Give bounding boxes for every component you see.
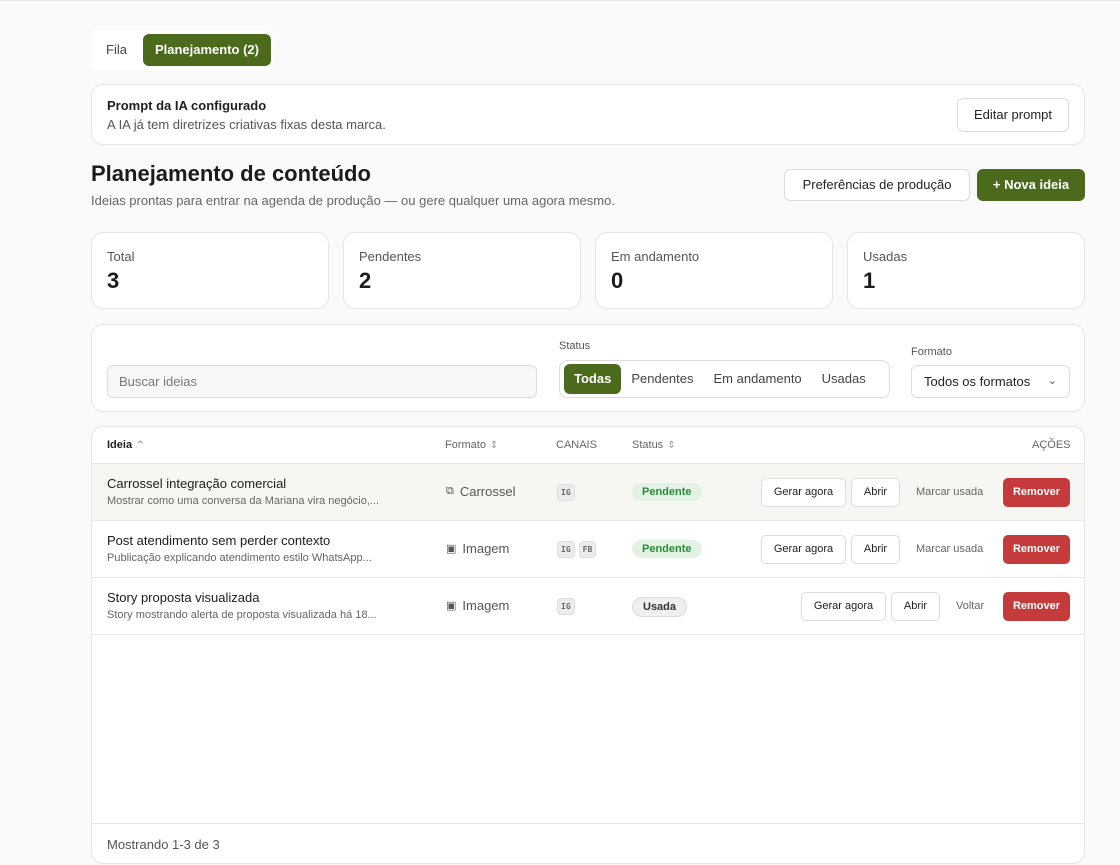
- stat-in-progress: Em andamento 0: [595, 232, 833, 309]
- table-footer: Mostrando 1-3 de 3: [92, 823, 1084, 863]
- header-idea[interactable]: Ideia ⌃: [107, 439, 144, 451]
- stat-used: Usadas 1: [847, 232, 1085, 309]
- format-label: Imagem: [462, 541, 510, 556]
- stat-label: Usadas: [863, 249, 908, 264]
- filters-card: Status Todas Pendentes Em andamento Usad…: [91, 324, 1085, 412]
- status-badge: Usada: [632, 597, 688, 617]
- sort-asc-icon: ⌃: [136, 440, 145, 451]
- table-row[interactable]: Post atendimento sem perder contexto Pub…: [92, 521, 1084, 578]
- status-segmented-control: Todas Pendentes Em andamento Usadas: [559, 360, 890, 398]
- header-status[interactable]: Status ⇕: [632, 439, 676, 451]
- status-option-in-progress[interactable]: Em andamento: [704, 364, 812, 394]
- top-border: [0, 0, 1120, 1]
- channel-badge: IG: [557, 484, 575, 501]
- table-row[interactable]: Carrossel integração comercial Mostrar c…: [92, 464, 1084, 521]
- header-actions: AÇÕES: [1032, 439, 1071, 451]
- table-row[interactable]: Story proposta visualizada Story mostran…: [92, 578, 1084, 635]
- format-select-value: Todos os formatos: [924, 374, 1031, 389]
- open-button[interactable]: Abrir: [851, 535, 900, 564]
- format-filter-label: Formato: [911, 346, 952, 358]
- idea-format: ⧉ Carrossel: [446, 484, 515, 499]
- stat-value: 1: [863, 268, 876, 293]
- stat-label: Em andamento: [611, 249, 700, 264]
- search-input[interactable]: [107, 365, 537, 398]
- channels: IG: [557, 484, 575, 501]
- page-subtitle: Ideias prontas para entrar na agenda de …: [91, 193, 615, 208]
- copy-icon: ⧉: [446, 485, 454, 497]
- idea-description: Publicação explicando atendimento estilo…: [107, 552, 372, 564]
- tab-planejamento[interactable]: Planejamento (2): [142, 34, 271, 66]
- view-tabs: Fila Planejamento (2): [91, 30, 274, 70]
- status-badge: Pendente: [632, 540, 702, 558]
- revert-button[interactable]: Voltar: [956, 592, 984, 621]
- open-button[interactable]: Abrir: [851, 478, 900, 507]
- status-option-pending[interactable]: Pendentes: [621, 364, 703, 394]
- mark-used-button[interactable]: Marcar usada: [916, 535, 983, 564]
- stat-value: 0: [611, 268, 624, 293]
- stat-pending: Pendentes 2: [343, 232, 581, 309]
- pagination-text: Mostrando 1-3 de 3: [107, 837, 220, 852]
- idea-title: Post atendimento sem perder contexto: [107, 533, 331, 548]
- prompt-card: Prompt da IA configurado A IA já tem dir…: [91, 84, 1085, 145]
- status-filter-label: Status: [559, 340, 591, 352]
- sort-icon: ⇕: [489, 440, 499, 451]
- page-title: Planejamento de conteúdo: [91, 161, 371, 186]
- stat-total: Total 3: [91, 232, 329, 309]
- edit-prompt-button[interactable]: Editar prompt: [957, 98, 1069, 132]
- stat-label: Pendentes: [359, 249, 422, 264]
- idea-title: Carrossel integração comercial: [107, 476, 287, 491]
- prompt-title: Prompt da IA configurado: [107, 98, 267, 113]
- stat-value: 3: [107, 268, 120, 293]
- idea-title: Story proposta visualizada: [107, 590, 260, 605]
- remove-button[interactable]: Remover: [1003, 535, 1070, 564]
- format-select[interactable]: Todos os formatos ⌄: [911, 365, 1070, 398]
- ideas-table: Ideia ⌃ Formato ⇕ CANAIS Status ⇕ AÇÕES Car…: [91, 426, 1085, 864]
- channel-badge: IG: [557, 541, 575, 558]
- remove-button[interactable]: Remover: [1003, 478, 1070, 507]
- stat-value: 2: [359, 268, 372, 293]
- sort-icon: ⇕: [667, 440, 676, 451]
- status-badge: Pendente: [632, 483, 702, 501]
- channels: IG: [557, 598, 575, 615]
- header-format[interactable]: Formato ⇕: [445, 439, 498, 451]
- idea-description: Story mostrando alerta de proposta visua…: [107, 609, 377, 621]
- table-header: Ideia ⌃ Formato ⇕ CANAIS Status ⇕ AÇÕES: [92, 427, 1084, 464]
- channel-badge: IG: [557, 598, 575, 615]
- prompt-subtitle: A IA já tem diretrizes criativas fixas d…: [107, 117, 386, 132]
- idea-format: ▣ Imagem: [446, 541, 509, 556]
- header-channels: CANAIS: [556, 439, 597, 451]
- image-icon: ▣: [446, 543, 457, 555]
- image-icon: ▣: [446, 600, 457, 612]
- open-button[interactable]: Abrir: [891, 592, 940, 621]
- generate-now-button[interactable]: Gerar agora: [761, 478, 846, 507]
- generate-now-button[interactable]: Gerar agora: [801, 592, 886, 621]
- format-label: Imagem: [462, 598, 510, 613]
- format-label: Carrossel: [459, 484, 516, 499]
- status-option-all[interactable]: Todas: [564, 364, 622, 394]
- generate-now-button[interactable]: Gerar agora: [761, 535, 846, 564]
- idea-format: ▣ Imagem: [446, 598, 509, 613]
- channel-badge: FB: [578, 541, 597, 558]
- remove-button[interactable]: Remover: [1003, 592, 1070, 621]
- stat-label: Total: [107, 249, 135, 264]
- tab-fila[interactable]: Fila: [94, 34, 139, 66]
- chevron-down-icon: ⌄: [1047, 375, 1057, 387]
- channels: IG FB: [557, 541, 597, 558]
- mark-used-button[interactable]: Marcar usada: [916, 478, 983, 507]
- new-idea-button[interactable]: + Nova ideia: [977, 169, 1085, 201]
- production-preferences-button[interactable]: Preferências de produção: [784, 169, 970, 201]
- status-option-used[interactable]: Usadas: [812, 364, 876, 394]
- idea-description: Mostrar como uma conversa da Mariana vir…: [107, 495, 380, 507]
